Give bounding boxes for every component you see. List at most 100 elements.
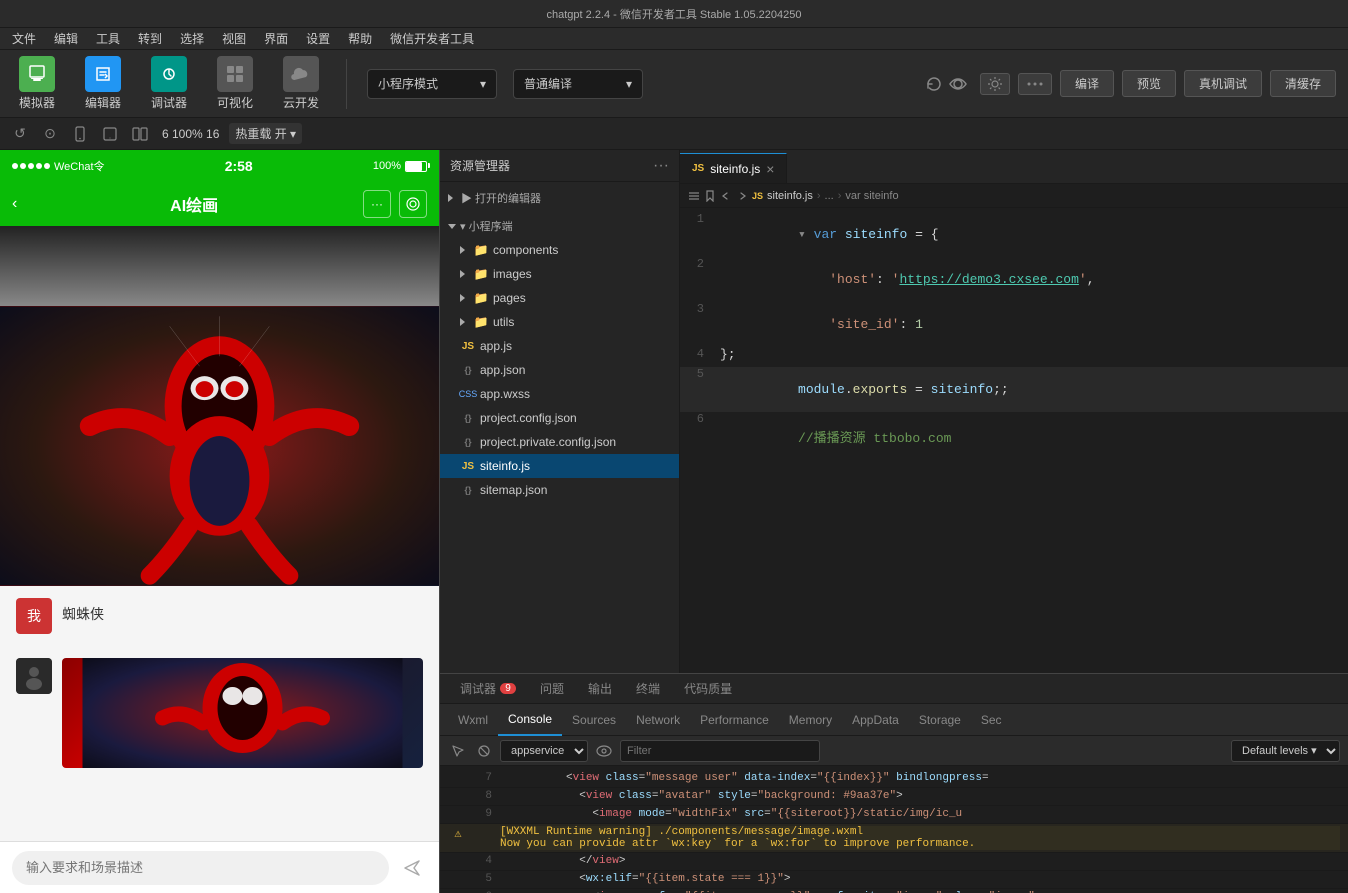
open-editors-toggle[interactable]: ▶ 打开的编辑器 [440, 186, 679, 210]
devtools-tab-memory[interactable]: Memory [779, 704, 842, 736]
line-num-4: 4 [680, 347, 720, 367]
file-more-icon[interactable]: ··· [653, 157, 669, 175]
send-button[interactable] [397, 853, 427, 883]
tab-siteinfo-label: siteinfo.js [710, 162, 760, 176]
back-nav-button[interactable]: ‹ [12, 195, 17, 213]
file-sitemap-json[interactable]: {} sitemap.json [440, 478, 679, 502]
menu-item-settings[interactable]: 设置 [298, 28, 338, 49]
line-num-6: 6 [680, 412, 720, 461]
breadcrumb-menu-icon[interactable] [688, 190, 700, 202]
signal-dot-5 [44, 163, 50, 169]
menu-item-wechat[interactable]: 微信开发者工具 [382, 28, 482, 49]
bottom-tabs-bar: 调试器 9 问题 输出 终端 代码质量 [680, 674, 1348, 704]
folder-pages[interactable]: 📁 pages [440, 286, 679, 310]
line-content-5: module.exports = siteinfo;; [720, 367, 1348, 412]
breadcrumb-back-icon[interactable] [720, 190, 732, 202]
console-line-5: 5 <wx:elif="{{item.state === 1}}"> [680, 871, 1348, 889]
cloud-button[interactable]: 云开发 [276, 56, 326, 111]
menu-item-select[interactable]: 选择 [172, 28, 212, 49]
line-content-6: //播播资源 ttbobo.com [720, 412, 1348, 461]
mode-dropdown[interactable]: 小程序模式 ▾ [367, 69, 497, 99]
nav-more-button[interactable]: ··· [363, 190, 391, 218]
circle-btn[interactable]: ⊙ [38, 122, 62, 146]
mobile-btn[interactable] [68, 122, 92, 146]
devtools-tab-appdata[interactable]: AppData [842, 704, 909, 736]
preview-button[interactable]: 预览 [1122, 70, 1176, 97]
split-btn[interactable] [128, 122, 152, 146]
breadcrumb-bookmark-icon[interactable] [704, 190, 716, 202]
back-button[interactable]: ↺ [8, 122, 32, 146]
file-siteinfo-js-icon: JS [460, 458, 476, 474]
battery-percentage: 100% [373, 160, 401, 172]
menu-item-goto[interactable]: 转到 [130, 28, 170, 49]
message-text: 蜘蛛侠 [62, 598, 104, 624]
menu-item-edit[interactable]: 编辑 [46, 28, 86, 49]
folder-utils[interactable]: 📁 utils [440, 310, 679, 334]
console-line-8: 8 <view class="avatar" style="background… [680, 788, 1348, 806]
file-project-private-config-label: project.private.config.json [480, 435, 616, 449]
tablet-btn[interactable] [98, 122, 122, 146]
levels-select[interactable]: Default levels ▾ [1231, 740, 1340, 762]
phone-status-bar: WeChat令 2:58 100% [0, 150, 439, 182]
devtools-tab-storage[interactable]: Storage [909, 704, 971, 736]
file-app-json[interactable]: {} app.json [440, 358, 679, 382]
devtools-content[interactable]: 7 <view class="message user" data-index=… [680, 766, 1348, 893]
devtools-tab-performance[interactable]: Performance [690, 704, 779, 736]
refresh-icon[interactable] [924, 74, 944, 94]
editor-tab-siteinfo[interactable]: JS siteinfo.js × [680, 153, 787, 183]
devtools-tab-sec[interactable]: Sec [971, 704, 1012, 736]
menu-item-tools[interactable]: 工具 [88, 28, 128, 49]
folder-components[interactable]: 📁 components [440, 238, 679, 262]
menu-item-file[interactable]: 文件 [4, 28, 44, 49]
more-icon-btn[interactable] [1018, 73, 1052, 95]
clear-save-button[interactable]: 清缓存 [1270, 70, 1336, 97]
compile-dropdown-arrow: ▾ [626, 77, 632, 91]
file-project-private-config[interactable]: {} project.private.config.json [440, 430, 679, 454]
miniapp-root-toggle[interactable]: ▾ 小程序端 [440, 214, 679, 238]
compile-dropdown[interactable]: 普通编译 ▾ [513, 69, 643, 99]
console-line-9: 9 <image mode="widthFix" src="{{siteroot… [680, 806, 1348, 824]
bottom-tab-quality[interactable]: 代码质量 [680, 674, 744, 704]
preview-icon[interactable] [948, 74, 968, 94]
line-num-1: 1 [680, 212, 720, 257]
folder-images[interactable]: 📁 images [440, 262, 679, 286]
file-app-json-label: app.json [480, 363, 525, 377]
toolbar-actions: 编译 预览 真机调试 清缓存 [924, 70, 1336, 97]
file-app-wxss[interactable]: CSS app.wxss [440, 382, 679, 406]
menu-item-help[interactable]: 帮助 [340, 28, 380, 49]
real-debug-button[interactable]: 真机调试 [1184, 70, 1262, 97]
code-line-6: 6 //播播资源 ttbobo.com [680, 412, 1348, 461]
nav-settings-button[interactable] [399, 190, 427, 218]
secondary-toolbar: ↺ ⊙ 6 100% 16 热重载 开 ▾ [0, 118, 1348, 150]
phone-content[interactable]: 我 蜘蛛侠 [0, 226, 439, 841]
phone-input-bar [0, 841, 439, 893]
bottom-tab-quality-label: 代码质量 [684, 680, 732, 697]
compile-button[interactable]: 编译 [1060, 70, 1114, 97]
main-layout: WeChat令 2:58 100% ‹ AI绘画 ··· [0, 150, 1348, 893]
tab-close-button[interactable]: × [766, 161, 774, 177]
visual-icon [217, 56, 253, 92]
menu-item-view[interactable]: 视图 [214, 28, 254, 49]
visual-button[interactable]: 可视化 [210, 56, 260, 111]
menu-item-interface[interactable]: 界面 [256, 28, 296, 49]
link-demo3[interactable]: https://demo3.cxsee.com [899, 272, 1078, 287]
editor-button[interactable]: 编辑器 [78, 56, 128, 111]
simulator-button[interactable]: 模拟器 [12, 56, 62, 111]
debugger-button[interactable]: 调试器 [144, 56, 194, 111]
breadcrumb-file-icon: JS [752, 191, 763, 201]
breadcrumb-forward-icon[interactable] [736, 190, 748, 202]
file-project-config[interactable]: {} project.config.json [440, 406, 679, 430]
signal-dot-4 [36, 163, 42, 169]
editor-tabs: JS siteinfo.js × [680, 150, 1348, 184]
file-siteinfo-js[interactable]: JS siteinfo.js [440, 454, 679, 478]
filter-input[interactable] [680, 740, 820, 762]
line-content-1: ▾ var siteinfo = { [720, 212, 1348, 257]
file-app-js[interactable]: JS app.js [440, 334, 679, 358]
chat-input[interactable] [12, 851, 389, 885]
folder-pages-icon: 📁 [473, 290, 489, 306]
file-header-actions: ··· [653, 157, 669, 175]
devtools-tab-network[interactable]: Network [680, 704, 690, 736]
miniapp-root-label: ▾ 小程序端 [460, 218, 513, 234]
settings-icon-btn[interactable] [980, 73, 1010, 95]
hot-reload-toggle[interactable]: 热重载 开 ▾ [229, 123, 302, 144]
